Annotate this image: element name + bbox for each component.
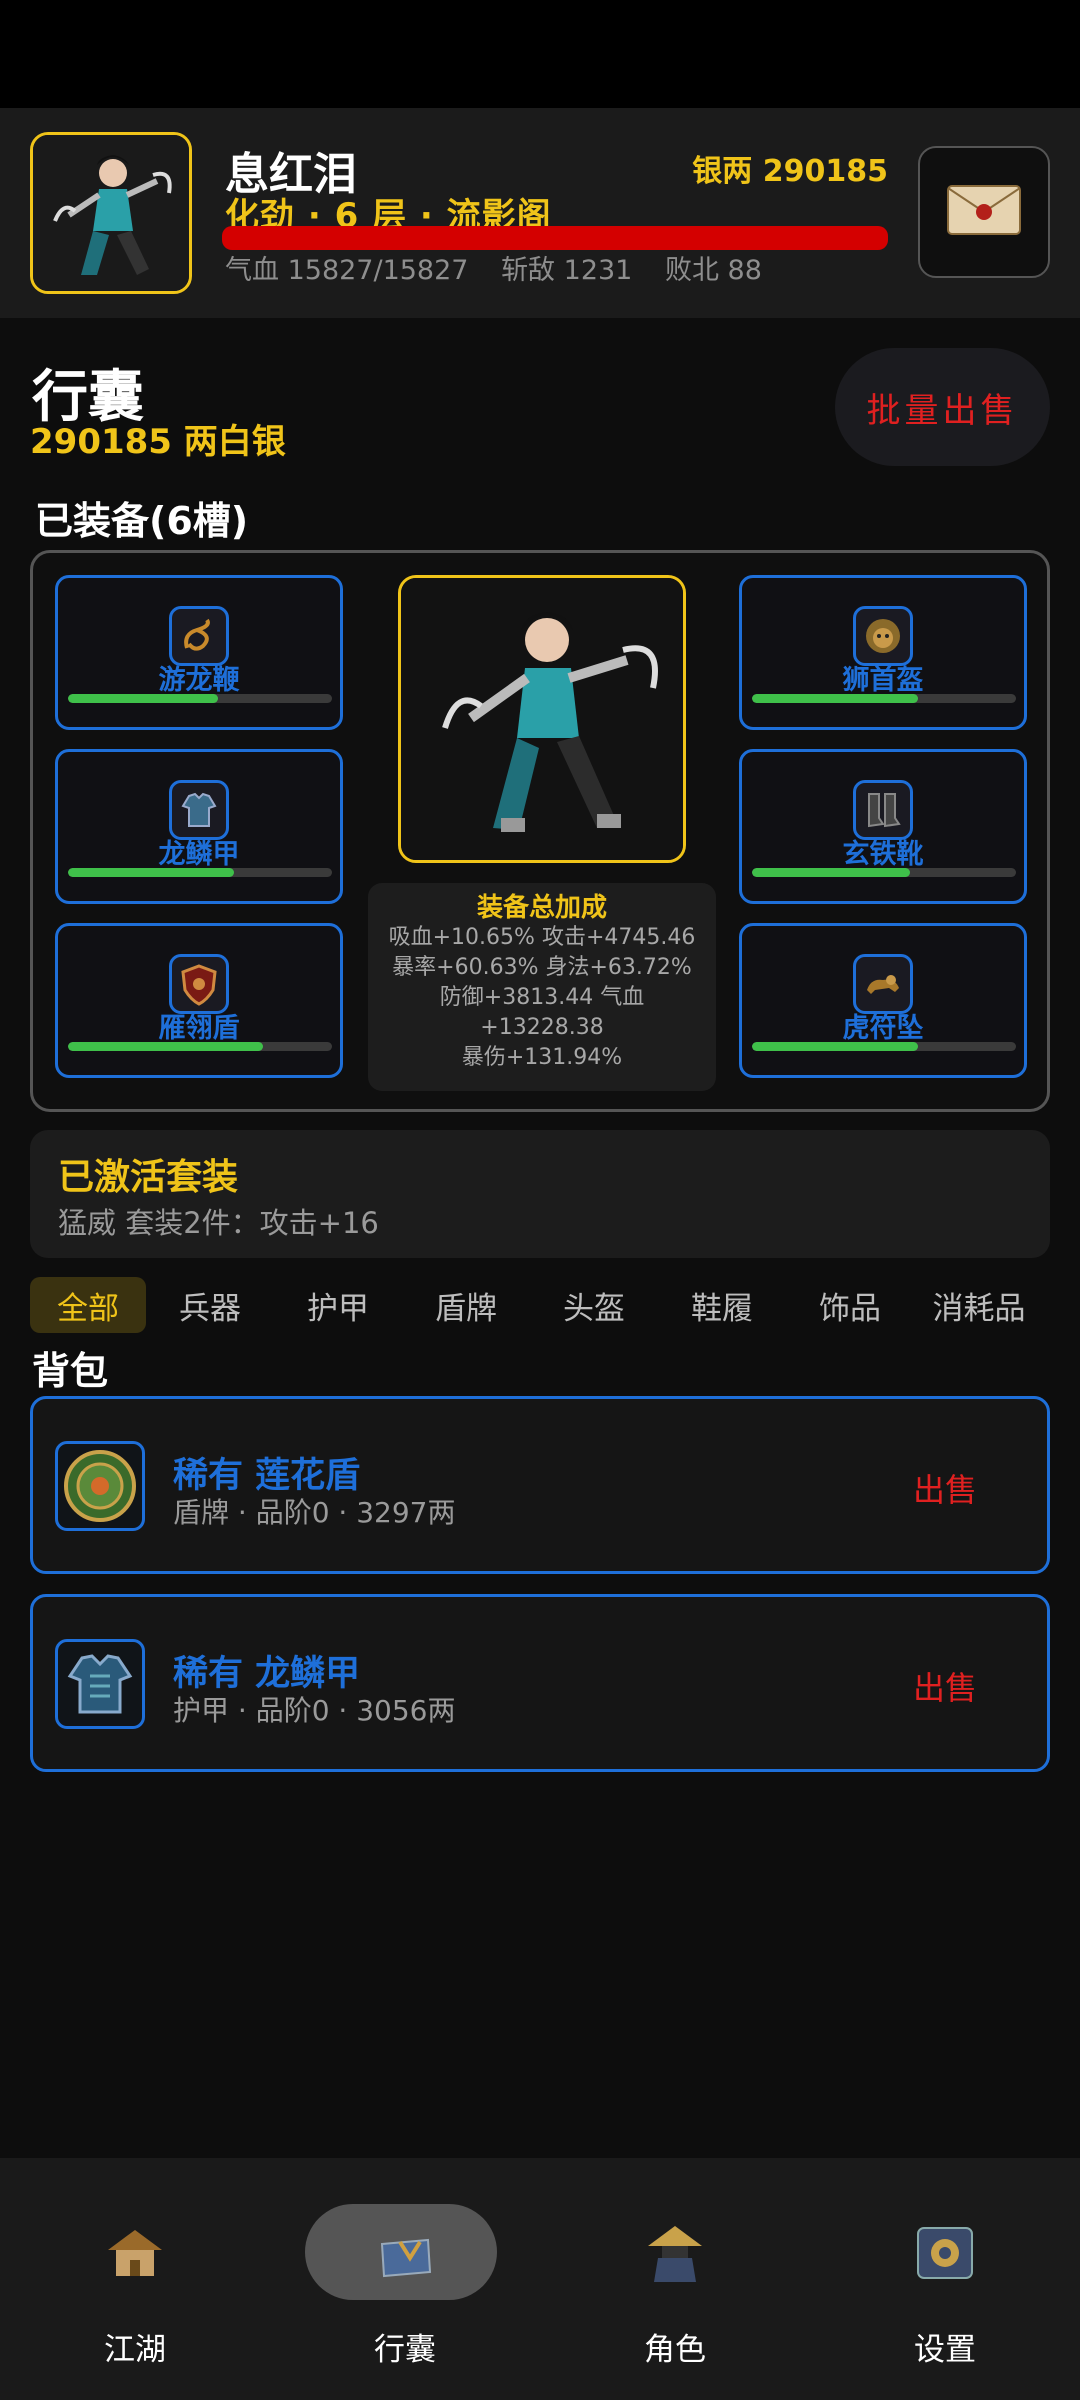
lion-helmet-icon [853, 606, 913, 666]
slot-name: 游龙鞭 [158, 665, 240, 696]
durability-bar [752, 694, 1016, 703]
bottom-navigation: 江湖 行囊 角色 设置 [0, 2158, 1080, 2400]
iron-boots-icon [853, 780, 913, 840]
lotus-shield-icon [55, 1441, 145, 1531]
tab-accessories[interactable]: 饰品 [798, 1277, 902, 1333]
bag-icon [372, 2220, 438, 2286]
nav-bag[interactable]: 行囊 [270, 2158, 540, 2400]
equip-slot-boots[interactable]: 玄铁靴 [739, 749, 1027, 904]
settings-gear-icon [912, 2220, 978, 2286]
equip-slot-accessory[interactable]: 虎符坠 [739, 923, 1027, 1078]
nav-settings[interactable]: 设置 [810, 2158, 1080, 2400]
slot-name: 玄铁靴 [842, 839, 924, 870]
bag-silver: 290185 两白银 [30, 422, 286, 462]
inventory-item[interactable]: 稀有 莲花盾 盾牌 · 品阶0 · 3297两 出售 [30, 1396, 1050, 1574]
equip-slot-armor[interactable]: 龙鳞甲 [55, 749, 343, 904]
equipped-title: 已装备(6槽) [35, 499, 249, 543]
durability-bar [68, 1042, 332, 1051]
durability-bar [68, 694, 332, 703]
hero-avatar[interactable] [30, 132, 192, 294]
backpack-title: 背包 [32, 1349, 109, 1393]
tab-footwear[interactable]: 鞋履 [670, 1277, 774, 1333]
tab-helmets[interactable]: 头盔 [542, 1277, 646, 1333]
defeats-stat: 败北 88 [664, 255, 762, 286]
slot-name: 龙鳞甲 [158, 839, 240, 870]
bonus-title: 装备总加成 [476, 893, 607, 923]
tab-weapons[interactable]: 兵器 [158, 1277, 262, 1333]
nav-label: 江湖 [104, 2332, 166, 2368]
slot-name: 雁翎盾 [158, 1013, 240, 1044]
bonus-line: 吸血+10.65% 攻击+4745.46 [388, 925, 696, 950]
envelope-icon [946, 184, 1022, 240]
dragon-whip-icon [169, 606, 229, 666]
bulk-sell-button[interactable]: 批量出售 [835, 348, 1050, 466]
nav-label: 角色 [644, 2332, 706, 2368]
shield-icon [169, 954, 229, 1014]
durability-bar [752, 868, 1016, 877]
slot-name: 狮首盔 [842, 665, 924, 696]
nav-character[interactable]: 角色 [540, 2158, 810, 2400]
character-portrait [398, 575, 686, 863]
tab-consumables[interactable]: 消耗品 [916, 1277, 1042, 1333]
hero-header: 息红泪 化劲 · 6 层 · 流影阁 银两 290185 气血 15827/15… [0, 108, 1080, 318]
equip-slot-weapon[interactable]: 游龙鞭 [55, 575, 343, 730]
equip-slot-shield[interactable]: 雁翎盾 [55, 923, 343, 1078]
item-meta: 护甲 · 品阶0 · 3056两 [173, 1694, 456, 1727]
tab-armor[interactable]: 护甲 [286, 1277, 390, 1333]
category-tabs: 全部 兵器 护甲 盾牌 头盔 鞋履 饰品 消耗品 [30, 1277, 1070, 1333]
nav-jianghu[interactable]: 江湖 [0, 2158, 270, 2400]
bonus-line: 暴率+60.63% 身法+63.72% [392, 955, 692, 980]
character-hat-icon [642, 2220, 708, 2286]
tiger-talisman-icon [853, 954, 913, 1014]
slot-name: 虎符坠 [842, 1013, 924, 1044]
active-set-panel: 已激活套装 猛威 套装2件：攻击+16 [30, 1130, 1050, 1258]
nav-label: 行囊 [374, 2332, 436, 2368]
durability-bar [752, 1042, 1016, 1051]
durability-bar [68, 868, 332, 877]
sell-button[interactable]: 出售 [913, 1465, 977, 1511]
set-title: 已激活套装 [58, 1157, 239, 1198]
kills-stat: 斩敌 1231 [501, 255, 633, 286]
silver-balance: 银两 290185 [692, 154, 888, 189]
bonus-line: 防御+3813.44 气血 [439, 985, 645, 1010]
bonus-line: 暴伤+131.94% [461, 1045, 623, 1070]
sell-button[interactable]: 出售 [913, 1663, 977, 1709]
inventory-item[interactable]: 稀有 龙鳞甲 护甲 · 品阶0 · 3056两 出售 [30, 1594, 1050, 1772]
status-bar [0, 0, 1080, 108]
jianghu-house-icon [102, 2220, 168, 2286]
bonus-line: +13228.38 [480, 1015, 604, 1040]
mail-button[interactable] [918, 146, 1050, 278]
hp-stat: 气血 15827/15827 [225, 255, 469, 286]
dragon-armor-icon [55, 1639, 145, 1729]
set-description: 猛威 套装2件：攻击+16 [58, 1206, 379, 1240]
item-meta: 盾牌 · 品阶0 · 3297两 [173, 1496, 456, 1529]
hero-stats: 气血 15827/15827 斩敌 1231 败北 88 [225, 248, 786, 287]
equipment-panel: 游龙鞭 龙鳞甲 雁翎盾 狮首盔 玄铁靴 虎符坠 装备总加成 吸血+10.65% … [30, 550, 1050, 1112]
equipment-bonus-summary: 装备总加成 吸血+10.65% 攻击+4745.46 暴率+60.63% 身法+… [368, 883, 716, 1091]
tab-shields[interactable]: 盾牌 [414, 1277, 518, 1333]
tab-all[interactable]: 全部 [30, 1277, 146, 1333]
dragon-armor-icon [169, 780, 229, 840]
hp-bar [222, 226, 888, 250]
nav-label: 设置 [914, 2332, 976, 2368]
equip-slot-helmet[interactable]: 狮首盔 [739, 575, 1027, 730]
